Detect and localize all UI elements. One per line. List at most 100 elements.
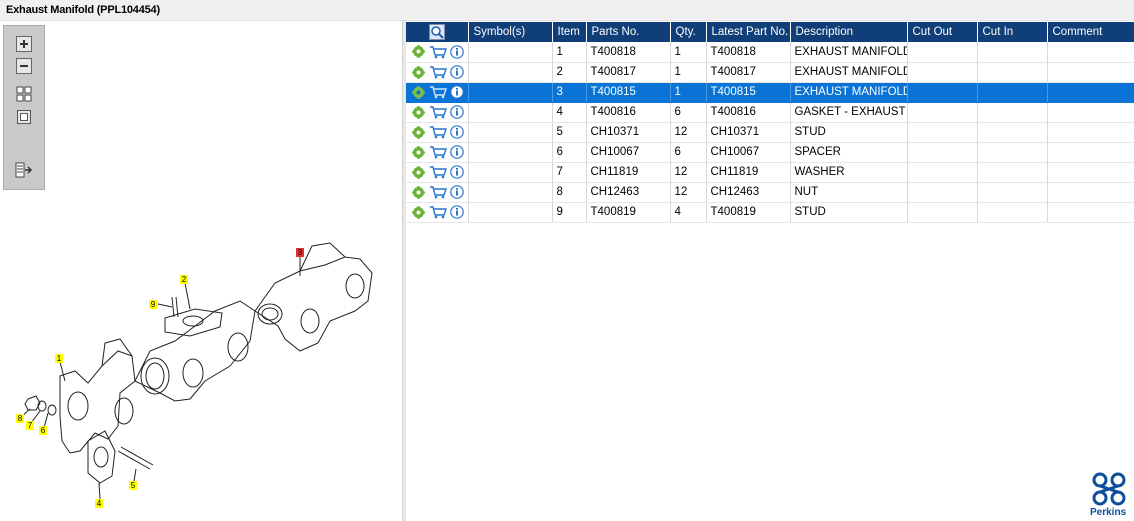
gear-icon[interactable] xyxy=(412,185,425,199)
cell-part-no: T400819 xyxy=(585,202,670,223)
callout-2[interactable]: 2 xyxy=(180,275,188,284)
gear-icon[interactable] xyxy=(412,65,425,79)
info-icon[interactable] xyxy=(450,145,464,159)
cell-part-no: T400818 xyxy=(585,42,670,63)
cell-cut-in xyxy=(976,102,1047,123)
gear-icon[interactable] xyxy=(412,165,425,179)
callout-3[interactable]: 3 xyxy=(296,248,304,257)
callout-5[interactable]: 5 xyxy=(129,481,137,490)
column-header-symbols[interactable]: Symbol(s) xyxy=(467,22,552,42)
cell-item: 6 xyxy=(551,142,586,163)
gear-icon[interactable] xyxy=(412,205,425,219)
callout-4[interactable]: 4 xyxy=(95,499,103,508)
cart-icon[interactable] xyxy=(429,185,447,199)
cell-symbols xyxy=(467,202,552,223)
cell-latest-part-no: T400815 xyxy=(705,82,790,103)
info-icon[interactable] xyxy=(450,85,464,99)
cell-symbols xyxy=(467,42,552,63)
zoom-in-button[interactable] xyxy=(14,34,34,54)
table-row[interactable]: 5 CH10371 12 CH10371 STUD xyxy=(406,122,1134,143)
callout-1[interactable]: 1 xyxy=(55,354,63,363)
callout-7[interactable]: 7 xyxy=(26,421,34,430)
info-icon[interactable] xyxy=(450,205,464,219)
window-title: Exhaust Manifold (PPL104454) xyxy=(6,4,160,16)
column-header-cut-out[interactable]: Cut Out xyxy=(906,22,977,42)
gear-icon[interactable] xyxy=(412,125,425,139)
table-row[interactable]: 4T4008166T400816GASKET - EXHAUST MA xyxy=(406,102,1134,123)
cell-cut-out xyxy=(906,162,977,183)
gear-icon[interactable] xyxy=(412,45,425,59)
exploded-diagram[interactable]: 1 2 3 4 5 6 7 8 9 xyxy=(0,21,402,521)
cell-cut-in xyxy=(976,142,1047,163)
row-actions xyxy=(406,142,468,163)
gear-icon[interactable] xyxy=(412,85,425,99)
cart-icon[interactable] xyxy=(429,65,447,79)
cell-description: EXHAUST MANIFOLD xyxy=(789,62,907,83)
cart-icon[interactable] xyxy=(429,45,447,59)
table-row[interactable]: 6 CH10067 6 CH10067 SPACER xyxy=(406,142,1134,163)
diagram-pane[interactable]: 1 2 3 4 5 6 7 8 9 xyxy=(0,21,402,521)
row-actions xyxy=(406,202,468,223)
svg-text:3: 3 xyxy=(298,248,303,257)
fit-all-button[interactable] xyxy=(14,84,34,104)
svg-text:1: 1 xyxy=(57,354,62,363)
parts-table: Symbol(s) Item Parts No. Qty. Latest Par… xyxy=(406,22,1134,223)
column-header-qty[interactable]: Qty. xyxy=(669,22,706,42)
cell-cut-out xyxy=(906,42,977,63)
zoom-toolbar xyxy=(3,25,45,190)
plus-icon xyxy=(16,36,32,52)
table-row[interactable]: 3 T400815 1 T400815 EXHAUST MANIFOLD xyxy=(406,82,1134,103)
cart-icon[interactable] xyxy=(429,85,447,99)
cell-item: 8 xyxy=(551,182,586,203)
table-row[interactable]: 8 CH12463 12 CH12463 NUT xyxy=(406,182,1134,203)
toggle-panel-button[interactable] xyxy=(14,160,34,180)
column-header-parts-no[interactable]: Parts No. xyxy=(585,22,670,42)
table-row[interactable]: 1 T400818 1 T400818 EXHAUST MANIFOLD xyxy=(406,42,1134,63)
row-actions xyxy=(406,102,468,123)
fit-window-button[interactable] xyxy=(14,107,34,127)
cart-icon[interactable] xyxy=(429,205,447,219)
cell-description: WASHER xyxy=(789,162,907,183)
cell-description: EXHAUST MANIFOLD xyxy=(789,42,907,63)
cart-icon[interactable] xyxy=(429,145,447,159)
callout-6[interactable]: 6 xyxy=(39,426,47,435)
cell-latest-part-no: CH10067 xyxy=(705,142,790,163)
info-icon[interactable] xyxy=(450,165,464,179)
column-header-latest-part-no[interactable]: Latest Part No. xyxy=(705,22,790,42)
parts-pane: Symbol(s) Item Parts No. Qty. Latest Par… xyxy=(406,21,1134,521)
info-icon[interactable] xyxy=(450,65,464,79)
svg-text:7: 7 xyxy=(28,421,33,430)
info-icon[interactable] xyxy=(450,125,464,139)
table-row[interactable]: 2 T400817 1 T400817 EXHAUST MANIFOLD xyxy=(406,62,1134,83)
cell-symbols xyxy=(467,102,552,123)
callout-9[interactable]: 9 xyxy=(149,300,157,309)
cart-icon[interactable] xyxy=(429,105,447,119)
gear-icon[interactable] xyxy=(412,105,425,119)
table-row[interactable]: 7 CH11819 12 CH11819 WASHER xyxy=(406,162,1134,183)
gear-icon[interactable] xyxy=(412,145,425,159)
cart-icon[interactable] xyxy=(429,125,447,139)
column-header-comment[interactable]: Comment xyxy=(1046,22,1134,42)
column-header-description[interactable]: Description xyxy=(789,22,907,42)
cart-icon[interactable] xyxy=(429,165,447,179)
cell-latest-part-no: CH11819 xyxy=(705,162,790,183)
title-bar: Exhaust Manifold (PPL104454) xyxy=(0,0,1134,21)
svg-text:6: 6 xyxy=(41,426,46,435)
cell-item: 9 xyxy=(551,202,586,223)
cell-comment xyxy=(1046,202,1134,223)
column-header-cut-in[interactable]: Cut In xyxy=(976,22,1047,42)
cell-part-no: CH10371 xyxy=(585,122,670,143)
cell-symbols xyxy=(467,142,552,163)
search-column-header[interactable] xyxy=(406,22,468,42)
info-icon[interactable] xyxy=(450,105,464,119)
svg-text:8: 8 xyxy=(18,414,23,423)
cell-cut-out xyxy=(906,62,977,83)
info-icon[interactable] xyxy=(450,185,464,199)
svg-text:5: 5 xyxy=(131,481,136,490)
zoom-out-button[interactable] xyxy=(14,56,34,76)
table-row[interactable]: 9 T400819 4 T400819 STUD xyxy=(406,202,1134,223)
cell-symbols xyxy=(467,122,552,143)
info-icon[interactable] xyxy=(450,44,464,59)
callout-8[interactable]: 8 xyxy=(16,414,24,423)
column-header-item[interactable]: Item xyxy=(551,22,586,42)
